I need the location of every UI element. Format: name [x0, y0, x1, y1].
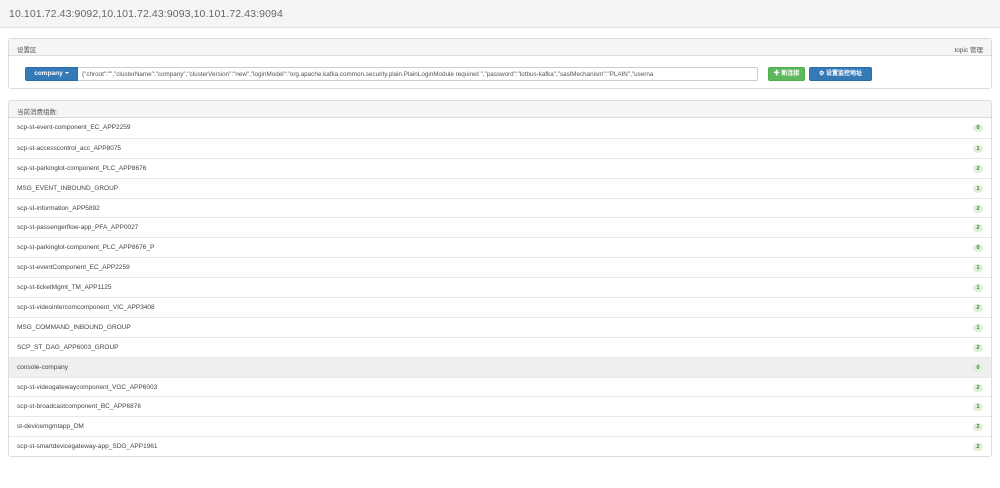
- count-badge: 1: [973, 284, 983, 293]
- list-item[interactable]: console-company 0: [9, 356, 991, 377]
- count-badge: 2: [973, 343, 983, 352]
- list-item[interactable]: MSG_EVENT_INBOUND_GROUP 1: [9, 177, 991, 198]
- consumer-group-name: scp-st-event-component_EC_APP2259: [17, 124, 131, 131]
- consumer-group-name: scp-st-videogatewaycomponent_VGC_APP6003: [17, 383, 158, 391]
- consumer-group-name: scp-st-eventComponent_EC_APP2259: [17, 264, 130, 272]
- list-item[interactable]: scp-st-ticketMgmt_TM_APP1125 1: [9, 277, 991, 297]
- list-item[interactable]: scp-st-parkinglot-component_PLC_APP8676 2: [9, 157, 991, 178]
- count-badge: 1: [973, 323, 983, 332]
- list-item[interactable]: scp-st-videointercomcomponent_VIC_APP340…: [9, 297, 991, 317]
- cluster-dropdown-button[interactable]: company: [25, 67, 78, 81]
- consumer-group-list: scp-st-event-component_EC_APP2259 0 scp-st…: [9, 118, 991, 456]
- list-item[interactable]: scp-st-eventComponent_EC_APP2259 1: [9, 257, 991, 277]
- consumer-group-name: scp-st-smartdevicegateway-app_SDG_APP196…: [17, 443, 158, 451]
- consumer-group-name: scp-st-broadcastcomponent_BC_APP6876: [17, 403, 141, 411]
- consumer-group-name: scp-st-videointercomcomponent_VIC_APP340…: [17, 304, 155, 312]
- cluster-config-input[interactable]: [78, 67, 758, 81]
- list-item[interactable]: scp-st-parkinglot-component_PLC_APP8676_…: [9, 237, 991, 257]
- list-item[interactable]: scp-st-broadcastcomponent_BC_APP6876 1: [9, 396, 991, 416]
- count-badge: 2: [973, 224, 983, 233]
- plus-icon: ✚: [773, 71, 780, 77]
- settings-title: 设置区: [17, 47, 37, 54]
- count-badge: 1: [973, 403, 983, 412]
- top-bar: 10.101.72.43:9092,10.101.72.43:9093,10.1…: [0, 0, 1000, 28]
- consumer-group-name: st-devicemgmtapp_DM: [17, 423, 84, 431]
- consumer-group-name: scp-st-accesscontrol_acc_APP8075: [17, 144, 122, 152]
- cluster-dropdown-label: company: [34, 70, 63, 77]
- groups-panel-header: 当前消费组数:: [9, 101, 991, 118]
- caret-down-icon: [64, 72, 69, 75]
- list-item[interactable]: scp-st-accesscontrol_acc_APP8075 1: [9, 137, 991, 158]
- count-badge: 0: [973, 124, 983, 132]
- settings-panel: 设置区 topic 管理 company ✚ 新连接 ⚙ 设置监控地址: [8, 38, 992, 89]
- consumer-groups-panel: 当前消费组数: scp-st-event-component_EC_APP225…: [8, 100, 992, 457]
- new-connection-button[interactable]: ✚ 新连接: [768, 67, 805, 81]
- list-item[interactable]: SCP_ST_DAG_APP6003_GROUP 2: [9, 336, 991, 357]
- connection-controls: company ✚ 新连接 ⚙ 设置监控地址: [25, 67, 985, 81]
- list-item[interactable]: st-devicemgmtapp_DM 2: [9, 416, 991, 436]
- consumer-group-name: SCP_ST_DAG_APP6003_GROUP: [17, 343, 119, 351]
- count-badge: 1: [973, 144, 983, 153]
- settings-panel-header: 设置区 topic 管理: [9, 39, 991, 56]
- count-badge: 1: [973, 264, 983, 273]
- consumer-group-name: scp-st-parkinglot-component_PLC_APP8676: [17, 164, 147, 172]
- set-monitor-address-button[interactable]: ⚙ 设置监控地址: [809, 67, 872, 81]
- consumer-group-name: console-company: [17, 363, 68, 371]
- count-badge: 2: [973, 204, 983, 213]
- new-connection-label: 新连接: [781, 71, 800, 77]
- count-badge: 2: [973, 304, 983, 313]
- count-badge: 0: [973, 363, 983, 372]
- topic-manage-link[interactable]: topic 管理: [954, 44, 983, 54]
- list-item[interactable]: scp-st-videogatewaycomponent_VGC_APP6003…: [9, 376, 991, 397]
- count-badge: 2: [973, 443, 983, 452]
- count-badge: 1: [973, 184, 983, 193]
- list-item[interactable]: scp-st-smartdevicegateway-app_SDG_APP196…: [9, 436, 991, 456]
- list-item[interactable]: scp-st-passengerflow-app_PFA_APP0027 2: [9, 217, 991, 237]
- list-item[interactable]: scp-st-event-component_EC_APP2259 0: [9, 118, 991, 138]
- gears-icon: ⚙: [818, 71, 825, 77]
- consumer-group-name: scp-st-information_APP5892: [17, 204, 100, 212]
- count-badge: 2: [973, 423, 983, 432]
- consumer-group-name: scp-st-passengerflow-app_PFA_APP0027: [17, 224, 139, 232]
- consumer-group-name: scp-st-ticketMgmt_TM_APP1125: [17, 284, 112, 292]
- count-badge: 2: [973, 164, 983, 173]
- list-item[interactable]: scp-st-information_APP5892 2: [9, 197, 991, 218]
- count-badge: 0: [973, 244, 983, 253]
- consumer-group-name: MSG_COMMAND_INBOUND_GROUP: [17, 323, 131, 331]
- broker-addresses: 10.101.72.43:9092,10.101.72.43:9093,10.1…: [9, 8, 283, 20]
- set-monitor-label: 设置监控地址: [826, 71, 863, 77]
- consumer-group-name: scp-st-parkinglot-component_PLC_APP8676_…: [17, 244, 155, 252]
- count-badge: 2: [973, 383, 983, 392]
- groups-count-title: 当前消费组数:: [17, 109, 58, 116]
- consumer-group-name: MSG_EVENT_INBOUND_GROUP: [17, 184, 119, 192]
- list-item[interactable]: MSG_COMMAND_INBOUND_GROUP 1: [9, 316, 991, 337]
